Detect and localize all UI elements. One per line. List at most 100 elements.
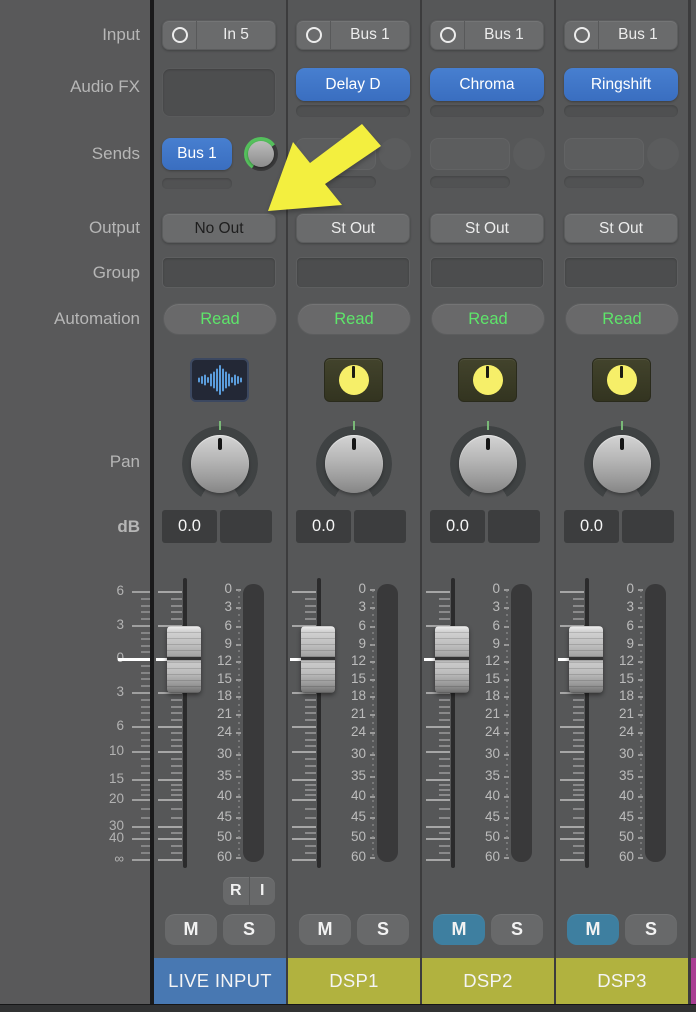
solo-button[interactable]: S: [491, 914, 543, 945]
gain-scale-minor-tick: [141, 852, 150, 854]
gain-scale-minor-tick: [141, 706, 150, 708]
mute-button[interactable]: M: [433, 914, 485, 945]
solo-button[interactable]: S: [625, 914, 677, 945]
knob-pointer: [620, 366, 623, 378]
volume-db-display[interactable]: 0.0: [162, 510, 217, 543]
input-monitor-button[interactable]: I: [250, 877, 276, 905]
channel-format-button[interactable]: [163, 21, 197, 49]
audio-fx-plugin-button[interactable]: Ringshift: [564, 68, 678, 101]
mute-button[interactable]: M: [165, 914, 217, 945]
track-name[interactable]: DSP3: [556, 958, 688, 1004]
output-button[interactable]: No Out: [162, 213, 276, 243]
channel-format-button[interactable]: [565, 21, 599, 49]
fader-ruler-minor-tick: [573, 758, 584, 760]
pan-pointer: [218, 438, 222, 450]
automation-mode-button[interactable]: Read: [565, 303, 679, 335]
knob-icon[interactable]: [458, 358, 517, 402]
strip-divider: [688, 0, 691, 1005]
group-slot[interactable]: [162, 257, 276, 288]
peak-level-display[interactable]: [488, 510, 540, 543]
solo-button[interactable]: S: [223, 914, 275, 945]
fader-cap[interactable]: [569, 626, 603, 693]
channel-format-button[interactable]: [297, 21, 331, 49]
peak-level-display[interactable]: [354, 510, 406, 543]
send-level-knob[interactable]: [244, 137, 278, 171]
mono-format-icon: [440, 27, 456, 43]
volume-db-display[interactable]: 0.0: [564, 510, 619, 543]
send-slot-button[interactable]: Bus 1: [162, 138, 232, 170]
record-enable-button[interactable]: R: [223, 877, 250, 905]
fader-ruler-minor-tick: [171, 794, 182, 796]
audio-waveform-icon[interactable]: [190, 358, 249, 402]
automation-mode-button[interactable]: Read: [163, 303, 277, 335]
knob-icon[interactable]: [324, 358, 383, 402]
track-name[interactable]: LIVE INPUT: [154, 958, 286, 1004]
group-slot[interactable]: [564, 257, 678, 288]
send-empty-slot[interactable]: [430, 138, 510, 170]
solo-button[interactable]: S: [357, 914, 409, 945]
pan-center-tick: [621, 421, 623, 430]
meter-scale-label: 12: [466, 653, 500, 668]
fader-cap[interactable]: [167, 626, 201, 693]
gain-scale-label: 3: [80, 684, 124, 699]
fader-ruler-minor-tick: [439, 732, 450, 734]
mixer-row-labels: Input Audio FX Sends Output Group Automa…: [0, 0, 150, 1005]
fader-area: 03691215182124303540455060: [288, 578, 420, 870]
meter-scale-label: 18: [600, 688, 634, 703]
group-slot[interactable]: [296, 257, 410, 288]
send-empty-slot[interactable]: [162, 178, 232, 189]
fader-area: 03691215182124303540455060: [154, 578, 286, 870]
fader-ruler-minor-tick: [171, 765, 182, 767]
output-button[interactable]: St Out: [564, 213, 678, 243]
track-name[interactable]: DSP1: [288, 958, 420, 1004]
volume-db-display[interactable]: 0.0: [430, 510, 485, 543]
meter-scale-label: 35: [466, 768, 500, 783]
audio-fx-empty-slot[interactable]: [430, 105, 544, 117]
fader-ruler-tick: [426, 826, 450, 828]
meter-scale-label: 9: [332, 636, 366, 651]
meter-scale-label: 45: [332, 809, 366, 824]
send-empty-slot[interactable]: [564, 176, 644, 188]
mute-button[interactable]: M: [299, 914, 351, 945]
output-button[interactable]: St Out: [430, 213, 544, 243]
mute-button[interactable]: M: [567, 914, 619, 945]
fader-ruler-minor-tick: [305, 765, 316, 767]
input-source-button[interactable]: In 5: [162, 20, 276, 50]
send-empty-slot[interactable]: [564, 138, 644, 170]
fader-ruler-minor-tick: [573, 765, 584, 767]
volume-db-display[interactable]: 0.0: [296, 510, 351, 543]
send-empty-slot[interactable]: [296, 176, 376, 188]
audio-fx-empty-slot[interactable]: [162, 68, 276, 117]
fader-ruler-minor-tick: [305, 719, 316, 721]
group-slot[interactable]: [430, 257, 544, 288]
audio-fx-plugin-button[interactable]: Delay D: [296, 68, 410, 101]
channel-format-button[interactable]: [431, 21, 465, 49]
peak-level-display[interactable]: [220, 510, 272, 543]
fader-cap[interactable]: [435, 626, 469, 693]
input-source-button[interactable]: Bus 1: [296, 20, 410, 50]
knob-icon[interactable]: [592, 358, 651, 402]
gain-scale-minor-tick: [141, 651, 150, 653]
meter-scale-label: 45: [466, 809, 500, 824]
audio-fx-empty-slot[interactable]: [296, 105, 410, 117]
peak-level-display[interactable]: [622, 510, 674, 543]
send-empty-slot[interactable]: [296, 138, 376, 170]
meter-scale-label: 45: [198, 809, 232, 824]
fader-ruler-minor-tick: [573, 598, 584, 600]
input-source-button[interactable]: Bus 1: [564, 20, 678, 50]
fader-cap[interactable]: [301, 626, 335, 693]
meter-scale-label: 6: [600, 618, 634, 633]
gain-scale-label: 6: [80, 718, 124, 733]
track-name[interactable]: DSP2: [422, 958, 554, 1004]
fader-track: [451, 578, 455, 868]
gain-scale-minor-tick: [141, 794, 150, 796]
automation-mode-button[interactable]: Read: [431, 303, 545, 335]
send-empty-slot[interactable]: [430, 176, 510, 188]
automation-mode-button[interactable]: Read: [297, 303, 411, 335]
audio-fx-plugin-button[interactable]: Chroma: [430, 68, 544, 101]
output-button[interactable]: St Out: [296, 213, 410, 243]
automation-row-label: Automation: [54, 309, 140, 329]
meter-scale-label: 50: [332, 829, 366, 844]
audio-fx-empty-slot[interactable]: [564, 105, 678, 117]
input-source-button[interactable]: Bus 1: [430, 20, 544, 50]
